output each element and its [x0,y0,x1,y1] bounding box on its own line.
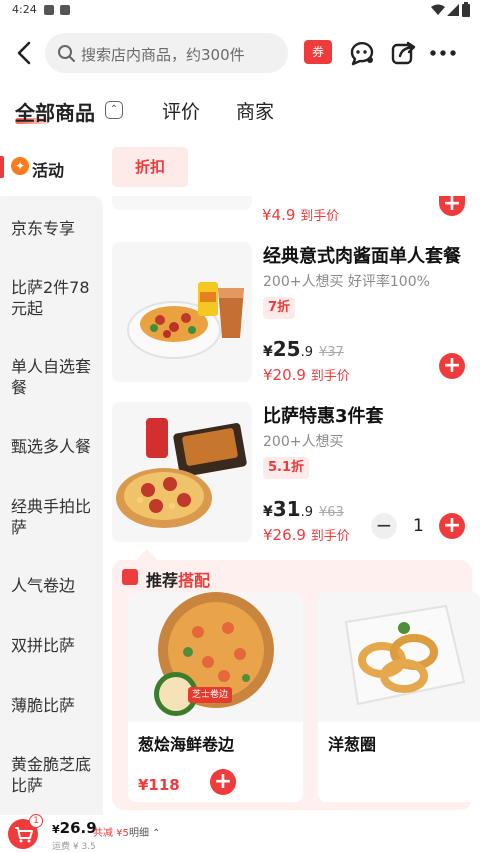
price-detail-link[interactable]: 明细 ⌃ [129,824,161,839]
sidebar-item-thin-crust[interactable]: 薄脆比萨 [11,695,97,716]
tab-reviews[interactable]: 评价 [162,97,200,124]
coupon-button[interactable]: 券 [304,40,332,64]
cart-saved: 共减 ¥5 [93,828,129,839]
previous-final-price: ¥4.9 到手价 [262,206,340,224]
recommend-item-price: ¥118 [138,776,180,794]
pasta-image [127,282,244,359]
search-placeholder: 搜索店内商品，约300件 [81,46,245,64]
onion-rings-image [344,604,466,706]
sidebar-item-single-combo[interactable]: 单人自选套餐 [11,356,97,398]
tab-all-products[interactable]: 全部商品 [15,97,95,126]
recommend-title: 推荐搭配 [146,571,211,590]
final-price: ¥26.9 到手价 [263,526,350,544]
add-to-cart-button[interactable]: + [210,769,236,795]
add-to-cart-button[interactable]: + [439,353,465,379]
cart-icon [122,569,138,585]
share-icon[interactable] [391,40,417,66]
notification-icon [44,5,54,15]
cart-bar: 1 ¥26.9 共减 ¥5 明细 ⌃ 运费 ¥ 3.5 [0,814,480,853]
status-time: 4:24 [12,3,37,16]
back-icon[interactable] [14,40,34,66]
pizza-combo-image [116,418,247,528]
wifi-icon [431,4,445,15]
recommend-item-card[interactable]: 洋葱圈 [318,592,480,802]
more-icon[interactable] [430,49,456,57]
discount-tag: 5.1折 [263,457,310,479]
filter-chip-discount[interactable]: 折扣 [112,147,188,187]
sidebar-item-popular-crust[interactable]: 人气卷边 [11,575,97,596]
decrease-quantity-button[interactable]: − [371,513,397,539]
sidebar-item-half-half-pizza[interactable]: 双拼比萨 [11,635,97,656]
active-indicator [0,156,4,178]
sidebar-item-jd-exclusive[interactable]: 京东专享 [11,218,97,239]
store-page: 4:24 搜索店内商品，约300件 券 全部商品 ⌃ 评价 商家 ✦ 活动 京东… [0,0,480,853]
recommend-item-name: 葱烩海鲜卷边 [138,735,235,754]
search-box[interactable]: 搜索店内商品，约300件 [45,33,288,73]
tab-merchant[interactable]: 商家 [236,97,274,124]
collapse-icon[interactable]: ⌃ [105,101,123,119]
status-bar: 4:24 [0,0,480,22]
shipping-fee: 运费 ¥ 3.5 [52,842,96,852]
product-image[interactable] [112,242,252,382]
product-image [318,592,480,722]
quantity-value: 1 [413,516,424,536]
product-image[interactable] [112,402,252,542]
increase-quantity-button[interactable]: + [439,513,465,539]
flame-icon: ✦ [11,157,29,175]
product-price: ¥31.9 ¥63 [263,497,344,521]
customer-service-icon[interactable] [348,40,376,66]
sidebar-item-label: 活动 [32,161,65,180]
product-price: ¥25.9 ¥37 [263,337,344,361]
final-price: ¥20.9 到手价 [263,366,350,384]
recommend-item-name: 洋葱圈 [328,735,377,754]
notification-icon [60,5,70,15]
signal-icon [447,4,459,16]
product-image[interactable] [112,196,252,210]
sidebar-item-golden-cheese-base[interactable]: 黄金脆芝底比萨 [11,754,97,796]
product-name[interactable]: 经典意式肉酱面单人套餐 [263,242,461,268]
product-name[interactable]: 比萨特惠3件套 [263,402,384,428]
sidebar-item-pizza-2-for-78[interactable]: 比萨2件78元起 [11,277,97,319]
sidebar-item-activity[interactable]: ✦ 活动 [0,140,103,196]
product-sales: 200+人想买 [263,434,344,450]
battery-icon [462,2,470,17]
sidebar-item-group-meals[interactable]: 甄选多人餐 [11,436,97,457]
crust-badge: 芝士卷边 [188,687,233,703]
add-to-cart-button[interactable]: + [439,193,465,216]
product-sales: 200+人想买 好评率100% [263,274,430,290]
search-icon [58,45,75,62]
discount-tag: 7折 [263,297,296,319]
cart-total: ¥26.9 [52,819,97,837]
cart-count-badge: 1 [29,814,43,828]
sidebar-item-classic-pizza[interactable]: 经典手拍比萨 [11,496,97,538]
